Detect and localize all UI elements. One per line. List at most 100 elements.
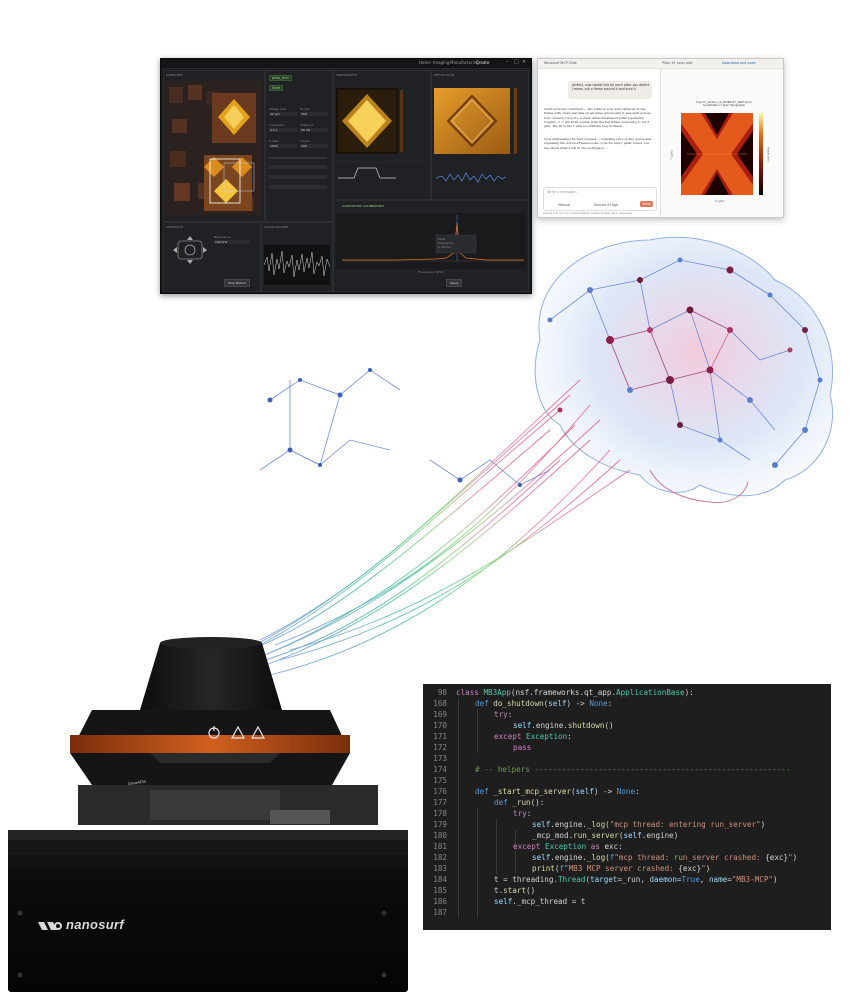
slider-track[interactable]	[269, 185, 327, 189]
line-number: 182	[433, 853, 447, 862]
line-number: 173	[433, 754, 447, 763]
code-text: _mcp_mod.run_server(self.engine)	[532, 831, 679, 840]
artifact-panel: topo XY_section_10_20260317_1602 zoom Sc…	[660, 69, 783, 217]
line-number: 176	[433, 787, 447, 796]
code-line[interactable]: 187	[423, 907, 831, 918]
maximize-icon[interactable]: □	[514, 60, 519, 65]
deflection-image[interactable]	[432, 78, 528, 198]
code-text: def _start_mcp_server(self) -> None:	[475, 787, 640, 796]
code-line[interactable]: 179 self.engine._log("mcp thread: enterin…	[423, 819, 831, 830]
line-number: 183	[433, 864, 447, 873]
minimize-icon[interactable]: –	[506, 60, 511, 65]
code-line[interactable]: 185 t.start()	[423, 885, 831, 896]
tab-home[interactable]: Home	[419, 60, 431, 65]
image-size-label: Image size	[269, 107, 287, 111]
run-button[interactable]: pillar_first	[269, 75, 292, 81]
line-number: 179	[433, 820, 447, 829]
code-text: # -- helpers ---------------------------…	[475, 765, 791, 774]
model-select[interactable]: Sonnet 4 High	[594, 203, 618, 207]
code-line[interactable]: 172 pass	[423, 742, 831, 753]
setpoint-label: Setpoint	[300, 123, 314, 127]
motor-stage-control[interactable]	[172, 235, 208, 265]
code-line[interactable]: 170 self.engine.shutdown()	[423, 720, 831, 731]
code-text: except Exception:	[494, 732, 572, 741]
code-text: self.engine.shutdown()	[513, 721, 614, 730]
code-editor: 98 class MB3App(nsf.frameworks.qt_app.App…	[423, 684, 831, 930]
code-text: self._mcp_thread = t	[494, 897, 586, 906]
line-number: 174	[433, 765, 447, 774]
download-button[interactable]: Download and open	[722, 61, 756, 65]
code-line[interactable]: 171 except Exception:	[423, 731, 831, 742]
line-number: 181	[433, 842, 447, 851]
code-line[interactable]: 180 _mcp_mod.run_server(self.engine)	[423, 830, 831, 841]
i-gain-field[interactable]: 100	[300, 144, 328, 148]
code-text: class MB3App(nsf.frameworks.qt_app.Appli…	[456, 688, 694, 697]
code-line[interactable]: 98 class MB3App(nsf.frameworks.qt_app.App…	[423, 687, 831, 698]
line-number: 169	[433, 710, 447, 719]
time-per-line-label: Time/Line	[269, 123, 285, 127]
code-line[interactable]: 168 def do_shutdown(self) -> None:	[423, 698, 831, 709]
artifact-tab[interactable]: Pillar XY scan plot	[662, 61, 692, 65]
user-message-bubble: perfect, now repeat this for each pillar…	[568, 81, 652, 99]
message-input[interactable]: Write a message... Manual Sonnet 4 High …	[543, 187, 657, 211]
code-line[interactable]: 181 except Exception as exc:	[423, 841, 831, 852]
p-gain-label: P-Gain	[269, 139, 280, 143]
user-message-text: perfect, now repeat this for each pillar…	[572, 83, 650, 91]
code-text: t.start()	[494, 886, 536, 895]
slider-track[interactable]	[269, 165, 327, 169]
line-number: 185	[433, 886, 447, 895]
line-number: 172	[433, 743, 447, 752]
code-line[interactable]: 184 t = threading.Thread(target=_run, dae…	[423, 874, 831, 885]
code-line[interactable]: 177 def _run():	[423, 797, 831, 808]
topography-image[interactable]	[334, 78, 430, 198]
code-text: pass	[513, 743, 532, 752]
start-button[interactable]: Start	[269, 85, 284, 91]
points-field[interactable]: 256	[300, 112, 328, 116]
nanosurf-brand: nanosurf	[66, 917, 125, 932]
assistant-text-2: Now addressing the next request — scanni…	[544, 137, 652, 150]
topography-panel: TOPOGRAPHY	[333, 70, 431, 200]
code-text: def do_shutdown(self) -> None:	[475, 699, 613, 708]
close-icon[interactable]: ×	[522, 60, 527, 65]
code-text: except Exception as exc:	[513, 842, 623, 851]
colorbar-label: Height (nm)	[766, 147, 770, 162]
code-line[interactable]: 174 # -- helpers ------------------------…	[423, 764, 831, 775]
time-per-line-field[interactable]: 0.5 s	[269, 128, 297, 132]
code-line[interactable]: 175	[423, 775, 831, 786]
plot-ylabel: Y (µm)	[669, 150, 674, 160]
tab-create[interactable]: Create	[476, 60, 489, 65]
cantilever-calibration-title: CANTILEVER CALIBRATION	[342, 204, 384, 208]
pillar-heatmap[interactable]	[673, 113, 773, 213]
points-label: Points	[300, 107, 310, 111]
approach-title: APPROACH	[166, 225, 184, 229]
instrument-body	[8, 637, 408, 992]
afm-title-bar: Home Imaging Manufacturing Create – □ ×	[161, 59, 531, 69]
slider-track[interactable]	[269, 175, 327, 179]
overview-image[interactable]	[164, 79, 264, 219]
overview-title: OVERVIEW	[166, 73, 183, 77]
tab-imaging[interactable]: Imaging	[433, 60, 449, 65]
mode-select[interactable]: Manual	[558, 203, 570, 207]
code-line[interactable]: 183 print(f"MB3 MCP server crashed: {exc}…	[423, 863, 831, 874]
code-line[interactable]: 178 try:	[423, 808, 831, 819]
image-size-field[interactable]: 20 µm	[269, 112, 297, 116]
line-number: 171	[433, 732, 447, 741]
send-button[interactable]: Send	[640, 201, 653, 207]
ai-brain-network-illustration	[244, 236, 834, 676]
topography-title: TOPOGRAPHY	[336, 73, 358, 77]
code-text: self.engine._log(f"mcp thread: run_serve…	[532, 853, 798, 862]
p-gain-field[interactable]: 1000	[269, 144, 297, 148]
tab-manufacturing[interactable]: Manufacturing	[450, 60, 479, 65]
code-line[interactable]: 176 def _start_mcp_server(self) -> None:	[423, 786, 831, 797]
setpoint-field[interactable]: 20 nN	[300, 128, 328, 132]
code-line[interactable]: 173	[423, 753, 831, 764]
code-line[interactable]: 169 try:	[423, 709, 831, 720]
plot-xlabel: X (µm)	[715, 199, 725, 203]
code-line[interactable]: 186 self._mcp_thread = t	[423, 896, 831, 907]
overview-panel: OVERVIEW	[163, 70, 265, 222]
deflection-title: DEFLECTION	[434, 73, 454, 77]
code-line[interactable]: 182 self.engine._log(f"mcp thread: run_se…	[423, 852, 831, 863]
line-number: 98	[437, 688, 447, 697]
chat-tab[interactable]: Nanosurf MCP Chat	[544, 61, 577, 65]
line-number: 177	[433, 798, 447, 807]
